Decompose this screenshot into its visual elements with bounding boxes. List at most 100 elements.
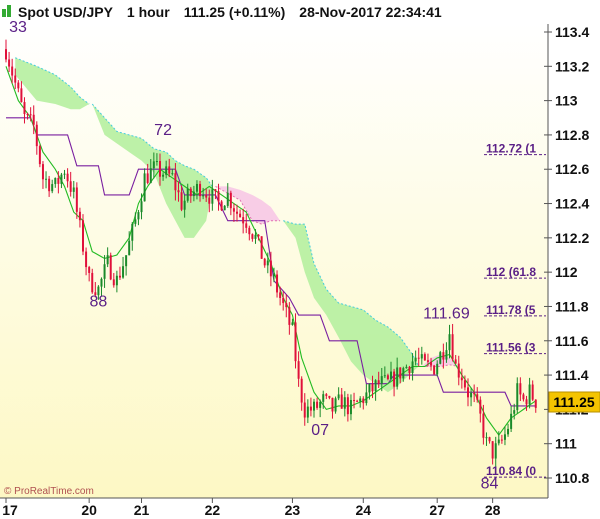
x-tick-label: 17 (2, 502, 18, 518)
candle-body (229, 192, 232, 209)
candle-body (186, 188, 189, 201)
x-tick-label: 21 (134, 502, 150, 518)
candle-body (359, 398, 362, 402)
candle-body (485, 437, 488, 439)
y-tick-label: 112.8 (555, 127, 589, 143)
fib-label: 111.78 (5 (486, 303, 536, 317)
candle-body (371, 383, 374, 392)
candle-body (476, 394, 479, 400)
y-tick-label: 112.4 (555, 196, 589, 212)
annotation-label: 07 (311, 422, 329, 439)
candle-body (374, 380, 377, 392)
candle-body (300, 378, 303, 403)
watermark: © ProRealTime.com (4, 486, 94, 497)
candle-body (491, 441, 494, 459)
candle-body (445, 350, 448, 360)
x-tick-label: 24 (355, 502, 371, 518)
candle-body (365, 392, 368, 404)
candle-body (131, 223, 134, 241)
y-tick-label: 111.4 (555, 367, 589, 383)
candle-body (269, 260, 272, 277)
candle-body (322, 394, 325, 402)
candle-body (303, 402, 306, 418)
candle-body (165, 166, 168, 175)
candle-body (171, 173, 174, 175)
candle-body (343, 397, 346, 409)
candle-body (325, 394, 328, 396)
candle-body (106, 255, 109, 265)
candle-body (177, 190, 180, 193)
y-tick-label: 113.4 (555, 24, 589, 40)
candle-body (470, 392, 473, 398)
candle-body (174, 173, 177, 191)
candle-body (531, 384, 534, 400)
candle-body (399, 367, 402, 379)
y-axis: 113.4 113.2 113 112.8 112.6 112.4 112.2 112 111.… (544, 24, 600, 498)
candle-body (507, 428, 510, 435)
candle-body (208, 197, 211, 204)
candle-body (340, 394, 343, 409)
candle-body (20, 88, 23, 103)
candle-body (473, 392, 476, 395)
candle-body (69, 181, 72, 192)
candle-body (149, 168, 152, 183)
candle-body (263, 258, 266, 266)
candle-body (5, 49, 7, 60)
candle-body (88, 267, 91, 273)
candle-body (155, 161, 158, 163)
candle-body (122, 266, 125, 278)
candle-body (232, 208, 235, 212)
candle-body (288, 307, 291, 325)
candle-body (525, 399, 528, 405)
candle-body (513, 410, 516, 414)
candle-body (137, 212, 140, 220)
candle-body (356, 400, 359, 402)
candle-body (309, 406, 312, 411)
candle-body (85, 251, 88, 268)
candle-body (442, 352, 445, 360)
candle-body (423, 354, 426, 361)
candle-body (479, 399, 482, 414)
candle-body (23, 102, 26, 114)
candle-body (313, 401, 315, 411)
candle-body (306, 406, 309, 418)
candle-body (236, 211, 238, 214)
candle-body (125, 255, 128, 267)
candle-body (17, 82, 20, 89)
candle-body (245, 223, 248, 228)
x-tick-label: 23 (285, 502, 301, 518)
candle-body (118, 275, 121, 278)
candle-body (516, 383, 519, 411)
candle-body (109, 255, 112, 280)
candle-body (383, 375, 386, 377)
y-tick-label: 113.2 (555, 58, 589, 74)
candle-body (510, 413, 513, 429)
current-price-tag: 111.25 (548, 391, 600, 413)
candle-body (48, 178, 51, 192)
candle-body (457, 363, 460, 378)
candle-body (45, 178, 48, 180)
y-tick-label: 113 (555, 93, 578, 109)
candle-body (82, 220, 84, 252)
candle-body (32, 114, 35, 125)
candle-body (254, 234, 257, 239)
candle-body (534, 399, 537, 408)
y-tick-label: 111 (555, 436, 577, 452)
candle-body (226, 192, 229, 206)
candle-body (199, 183, 202, 197)
candle-body (214, 189, 217, 192)
annotation-label: 111.69 (423, 305, 470, 322)
candle-body (362, 398, 365, 404)
candle-body (242, 217, 245, 224)
candle-body (433, 365, 436, 375)
price-chart[interactable]: 112.72 (1 112 (61.8 111.78 (5 111.56 (3 110.… (0, 0, 600, 519)
candle-body (463, 380, 466, 388)
candle-body (11, 66, 14, 76)
candle-body (426, 360, 429, 362)
candle-body (386, 375, 389, 380)
candle-body (334, 398, 337, 412)
candle-body (66, 173, 69, 182)
candle-body (488, 437, 491, 442)
candle-body (54, 177, 57, 185)
candle-body (162, 174, 165, 177)
